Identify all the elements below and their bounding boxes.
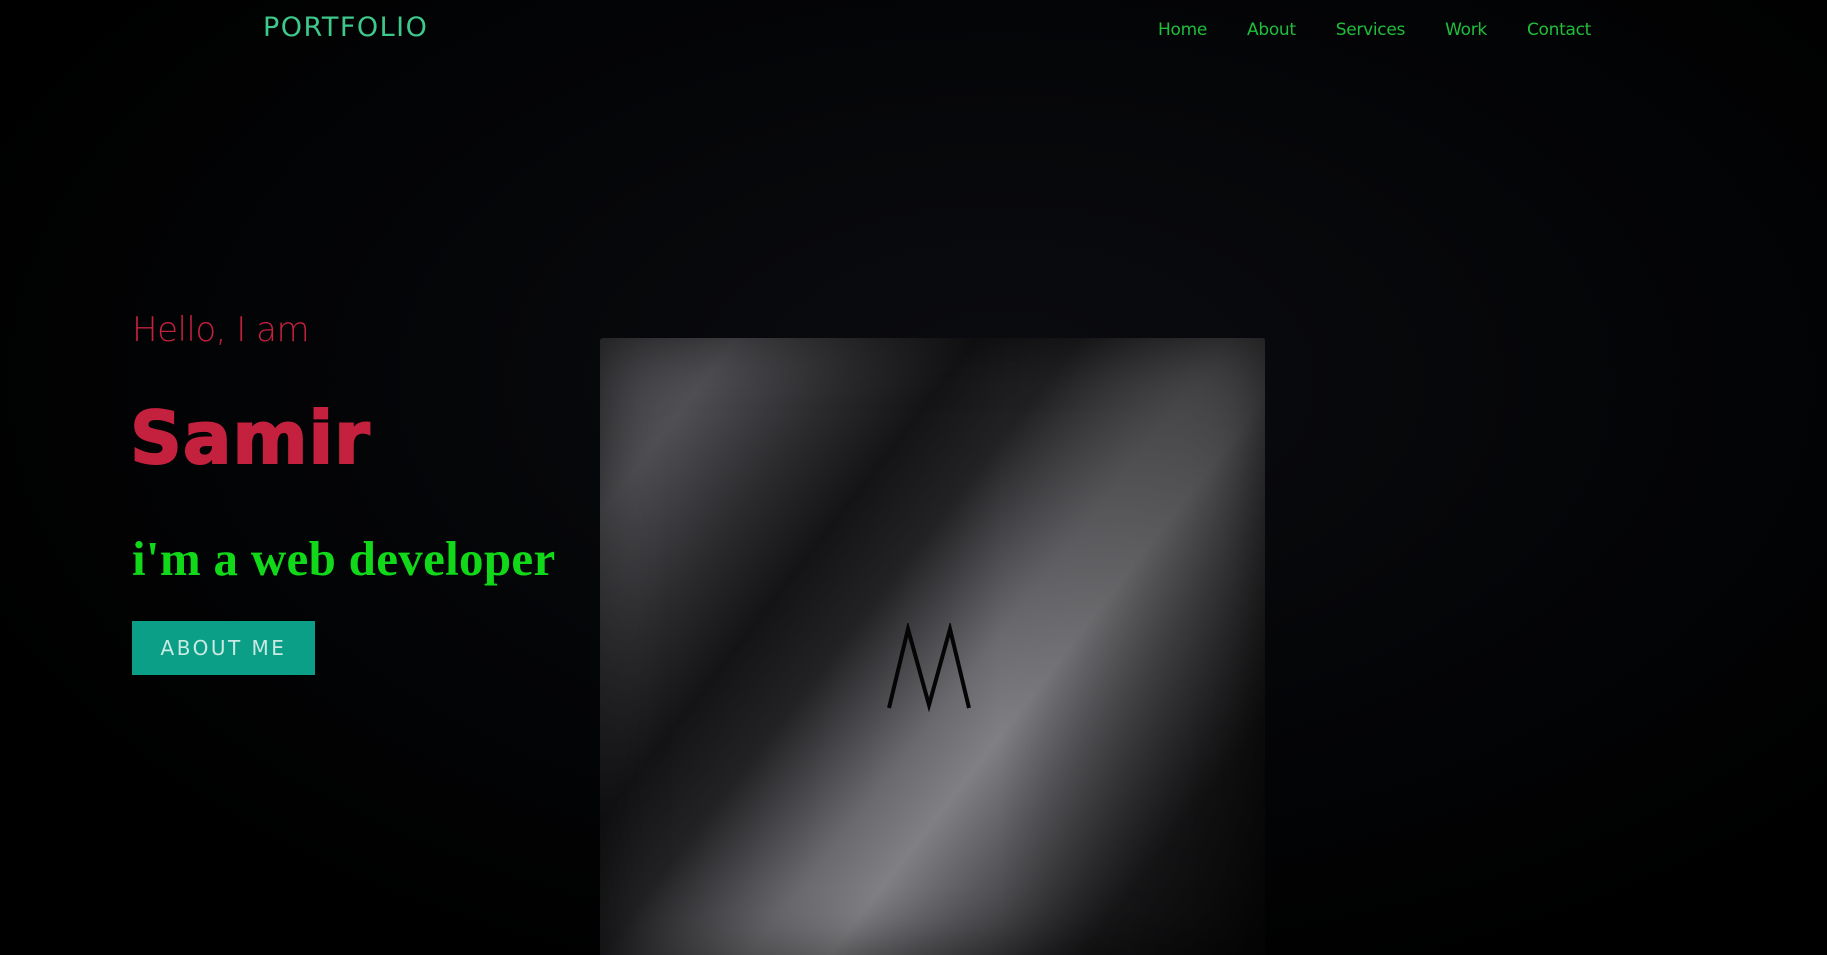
main-nav: Home About Services Work Contact bbox=[1158, 20, 1591, 40]
hero-greeting: Hello, I am bbox=[132, 310, 310, 350]
hero-name: Samir bbox=[129, 396, 371, 480]
hero-image bbox=[600, 338, 1265, 955]
hero-role: i'm a web developer bbox=[132, 531, 556, 586]
monogram-letter-m bbox=[887, 623, 971, 713]
nav-contact-link[interactable]: Contact bbox=[1527, 20, 1591, 40]
nav-about-link[interactable]: About bbox=[1247, 20, 1296, 40]
site-logo[interactable]: PORTFOLIO bbox=[263, 12, 428, 43]
about-me-button[interactable]: ABOUT ME bbox=[132, 621, 315, 675]
nav-work-link[interactable]: Work bbox=[1445, 20, 1487, 40]
nav-services-link[interactable]: Services bbox=[1336, 20, 1406, 40]
nav-home-link[interactable]: Home bbox=[1158, 20, 1207, 40]
